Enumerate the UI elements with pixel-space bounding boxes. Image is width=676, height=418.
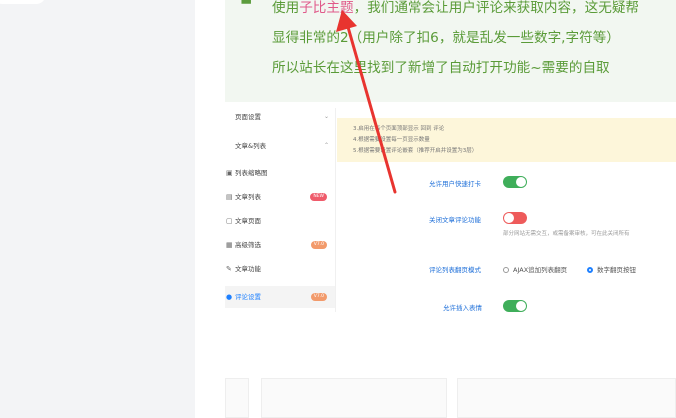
red-arrow-icon [336, 10, 397, 194]
